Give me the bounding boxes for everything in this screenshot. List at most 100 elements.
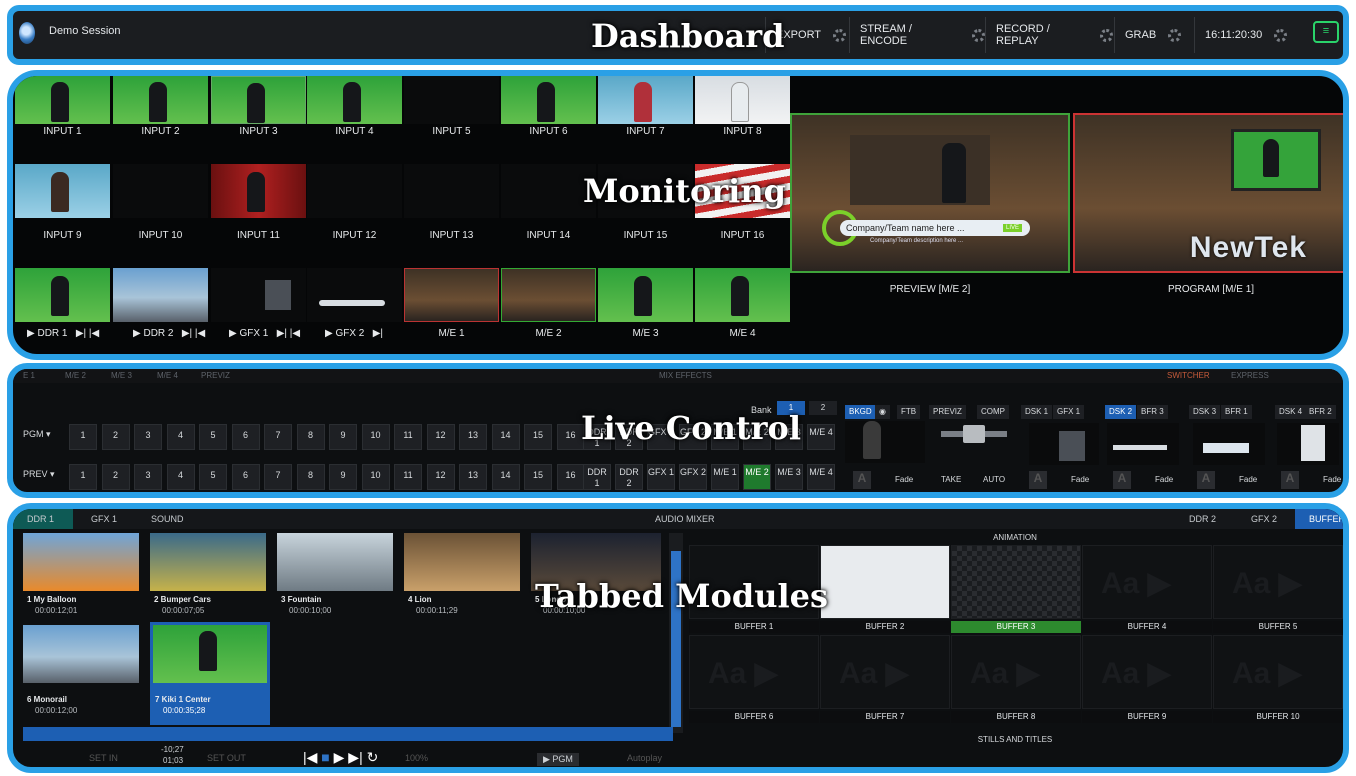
dsk2-fade[interactable]: Fade (1155, 475, 1173, 484)
pgm-input-3[interactable]: 3 (134, 424, 162, 450)
prev-row-label[interactable]: PREV ▾ (23, 469, 55, 480)
pgm-row-label[interactable]: PGM ▾ (23, 429, 51, 440)
dsk3-a-icon[interactable]: A (1197, 471, 1215, 489)
pgm-input-8[interactable]: 8 (296, 424, 325, 450)
prev-source-4[interactable]: M/E 1 (711, 464, 739, 490)
input-monitor[interactable] (501, 76, 596, 124)
auto-button[interactable]: AUTO (983, 475, 1005, 484)
me-monitor[interactable] (695, 268, 790, 322)
buffer-slot[interactable]: Aa ▶ (951, 635, 1081, 709)
pgm-input-10[interactable]: 10 (361, 424, 390, 450)
prev-source-6[interactable]: M/E 3 (775, 464, 803, 490)
media-thumb-kiki[interactable] (153, 625, 267, 683)
pgm-input-5[interactable]: 5 (199, 424, 227, 450)
pgm-input-2[interactable]: 2 (101, 424, 130, 450)
bkgd-button[interactable]: BKGD (845, 405, 876, 419)
program-monitor[interactable]: NewTek (1073, 113, 1343, 273)
pgm-input-7[interactable]: 7 (264, 424, 292, 450)
buffer-slot[interactable] (951, 545, 1081, 619)
dsk4-fade[interactable]: Fade (1323, 475, 1341, 484)
eye-icon[interactable]: ◉ (875, 405, 890, 419)
gear-icon[interactable] (833, 28, 847, 42)
tab-buffers[interactable]: BUFFERS (1309, 514, 1343, 524)
dsk4-source[interactable]: BFR 2 (1305, 405, 1336, 419)
gfx-monitor[interactable] (211, 268, 306, 322)
prev-source-1[interactable]: DDR 2 (615, 464, 643, 490)
grab-button[interactable]: GRAB (1114, 17, 1194, 53)
input-monitor[interactable] (404, 164, 499, 218)
record-replay-button[interactable]: RECORD / REPLAY (985, 17, 1113, 53)
input-monitor[interactable] (15, 164, 110, 218)
buffer-slot[interactable]: Aa ▶ (689, 635, 819, 709)
dsk1-a-icon[interactable]: A (1029, 471, 1047, 489)
pgm-input-14[interactable]: 14 (491, 424, 520, 450)
dsk2-source[interactable]: BFR 3 (1137, 405, 1168, 419)
dsk3-button[interactable]: DSK 3 (1189, 405, 1221, 419)
preview-monitor[interactable]: Company/Team name here ... LIVE Company/T… (790, 113, 1070, 273)
media-thumb-balloon[interactable] (23, 533, 139, 591)
pgm-input-12[interactable]: 12 (426, 424, 455, 450)
ftb-button[interactable]: FTB (897, 405, 921, 419)
buffer-slot[interactable]: Aa ▶ (1082, 545, 1212, 619)
prev-input-15[interactable]: 15 (524, 464, 552, 490)
input-monitor[interactable] (307, 76, 402, 124)
bank-2-button[interactable]: 2 (809, 401, 837, 415)
input-monitor[interactable] (598, 76, 693, 124)
dsk4-button[interactable]: DSK 4 (1275, 405, 1307, 419)
prev-source-7[interactable]: M/E 4 (807, 464, 835, 490)
autoplay-toggle[interactable]: Autoplay (627, 753, 662, 763)
me-monitor[interactable] (598, 268, 693, 322)
prev-input-9[interactable]: 9 (329, 464, 357, 490)
playhead-scrubber[interactable] (23, 727, 673, 741)
me-monitor[interactable] (404, 268, 499, 322)
input-monitor[interactable] (211, 76, 306, 124)
media-thumb-monorail[interactable] (23, 625, 139, 683)
gfx-monitor[interactable] (307, 268, 402, 322)
tab-express[interactable]: EXPRESS (1231, 371, 1269, 380)
prev-input-3[interactable]: 3 (134, 464, 162, 490)
prev-source-3[interactable]: GFX 2 (679, 464, 707, 490)
prev-input-1[interactable]: 1 (69, 464, 97, 490)
pgm-input-6[interactable]: 6 (231, 424, 260, 450)
media-thumb-lion[interactable] (404, 533, 520, 591)
prev-input-16[interactable]: 16 (556, 464, 585, 490)
pgm-input-9[interactable]: 9 (329, 424, 357, 450)
dsk4-a-icon[interactable]: A (1281, 471, 1299, 489)
prev-input-6[interactable]: 6 (231, 464, 260, 490)
set-out-button[interactable]: SET OUT (207, 753, 246, 763)
stream-encode-button[interactable]: STREAM / ENCODE (849, 17, 985, 53)
transport-controls[interactable]: |◀ ■ ▶ ▶| ↻ (303, 749, 378, 766)
prev-input-2[interactable]: 2 (101, 464, 130, 490)
tab-me3[interactable]: M/E 3 (111, 371, 132, 380)
gear-icon[interactable] (1274, 28, 1288, 42)
gear-icon[interactable] (1100, 28, 1113, 42)
media-thumb-bumper-cars[interactable] (150, 533, 266, 591)
prev-input-8[interactable]: 8 (296, 464, 325, 490)
input-monitor[interactable] (404, 76, 499, 124)
pgm-input-4[interactable]: 4 (166, 424, 195, 450)
media-thumb-fountain[interactable] (277, 533, 393, 591)
me-monitor[interactable] (501, 268, 596, 322)
pgm-input-11[interactable]: 11 (394, 424, 422, 450)
set-in-button[interactable]: SET IN (89, 753, 118, 763)
input-monitor[interactable] (113, 76, 208, 124)
buffer-slot[interactable]: Aa ▶ (820, 635, 950, 709)
prev-input-12[interactable]: 12 (426, 464, 455, 490)
buffer-slot[interactable]: Aa ▶ (1213, 635, 1343, 709)
tab-me4[interactable]: M/E 4 (157, 371, 178, 380)
comp-button[interactable]: COMP (977, 405, 1009, 419)
buffer-slot[interactable] (820, 545, 950, 619)
input-monitor[interactable] (211, 164, 306, 218)
tbar-handle[interactable] (963, 425, 985, 443)
tab-ddr2[interactable]: DDR 2 (1189, 514, 1216, 524)
tab-me1[interactable]: E 1 (23, 371, 35, 380)
pgm-autoplay-button[interactable]: ▶ PGM (537, 753, 579, 766)
prev-input-5[interactable]: 5 (199, 464, 227, 490)
previz-button[interactable]: PREVIZ (929, 405, 966, 419)
tab-audio-mixer[interactable]: AUDIO MIXER (655, 514, 715, 524)
input-monitor[interactable] (695, 76, 790, 124)
take-button[interactable]: TAKE (941, 475, 961, 484)
tab-me2[interactable]: M/E 2 (65, 371, 86, 380)
prev-input-11[interactable]: 11 (394, 464, 422, 490)
tab-mix-effects[interactable]: MIX EFFECTS (659, 371, 712, 380)
